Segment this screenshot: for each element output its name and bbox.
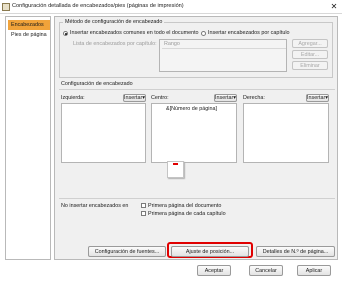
font-config-button[interactable]: Configuración de fuentes... xyxy=(88,246,166,257)
center-header-value: &[Número de página] xyxy=(166,106,217,112)
chapter-list: Rango xyxy=(159,39,287,72)
apply-button[interactable]: Aplicar xyxy=(297,265,331,276)
first-doc-page-checkbox[interactable] xyxy=(141,203,146,208)
add-button[interactable]: Agregar... xyxy=(292,39,328,48)
method-group-label: Método de configuración de encabezado xyxy=(63,19,165,25)
no-insert-label: No insertar encabezados en xyxy=(61,203,129,209)
right-header-field[interactable] xyxy=(243,103,329,163)
header-config-title: Configuración de encabezado xyxy=(61,81,133,87)
first-doc-page-label[interactable]: Primera página del documento xyxy=(148,203,221,209)
first-chapter-page-label[interactable]: Primera página de cada capítulo xyxy=(148,211,226,217)
options-divider xyxy=(59,198,335,199)
left-label: Izquierda: xyxy=(61,95,85,101)
radio-chapter-headers[interactable] xyxy=(201,31,206,36)
section-divider xyxy=(59,89,335,90)
delete-button[interactable]: Eliminar xyxy=(292,61,328,70)
window-title: Configuración detallada de encabezados/p… xyxy=(12,3,184,9)
radio-chapter-headers-label[interactable]: Insertar encabezados por capítulo xyxy=(208,30,290,36)
radio-common-headers[interactable] xyxy=(63,31,68,36)
first-chapter-page-checkbox[interactable] xyxy=(141,211,146,216)
left-header-field[interactable] xyxy=(61,103,146,163)
app-icon xyxy=(2,3,10,11)
radio-common-headers-label[interactable]: Insertar encabezados comunes en todo el … xyxy=(70,30,199,36)
center-header-field[interactable]: &[Número de página] xyxy=(151,103,237,163)
nav-item-headers[interactable]: Encabezados xyxy=(8,20,50,30)
accept-button[interactable]: Aceptar xyxy=(197,265,231,276)
edit-button[interactable]: Editar... xyxy=(292,50,328,59)
position-adjust-button[interactable]: Ajuste de posición... xyxy=(171,246,249,257)
right-label: Derecha: xyxy=(243,95,265,101)
page-preview-icon xyxy=(167,161,184,178)
center-label: Centro: xyxy=(151,95,169,101)
page-number-details-button[interactable]: Detalles de N.º de página... xyxy=(256,246,335,257)
close-icon[interactable]: ✕ xyxy=(329,2,339,12)
insert-left-button[interactable]: Insertar▾ xyxy=(123,94,146,102)
chapter-list-label: Lista de encabezados por capítulo: xyxy=(73,41,157,47)
insert-right-button[interactable]: Insertar▾ xyxy=(306,94,329,102)
category-nav: Encabezados Pies de página xyxy=(5,16,51,260)
cancel-button[interactable]: Cancelar xyxy=(249,265,283,276)
insert-center-button[interactable]: Insertar▾ xyxy=(214,94,237,102)
nav-item-footers[interactable]: Pies de página xyxy=(8,30,50,40)
settings-panel: Método de configuración de encabezado In… xyxy=(54,16,338,260)
range-column-header: Rango xyxy=(162,41,286,49)
